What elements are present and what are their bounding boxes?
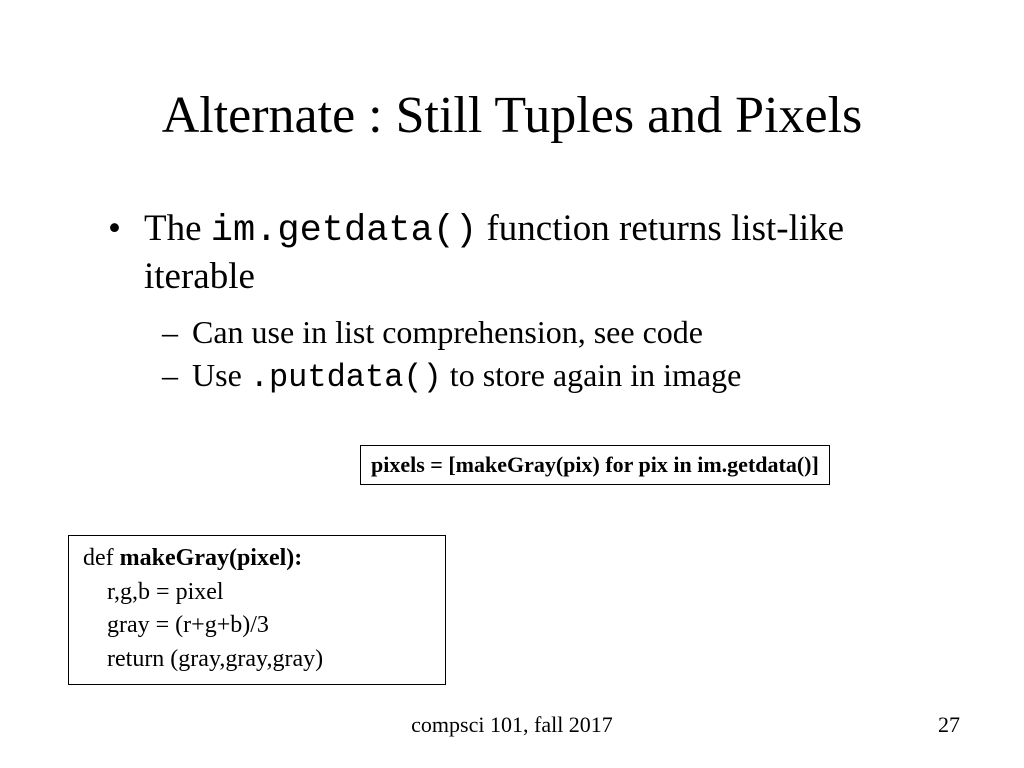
code-line: def makeGray(pixel):	[83, 542, 431, 576]
bullet-text: The	[144, 208, 211, 249]
sub-bullet-text: Can use in list comprehension, see code	[192, 314, 703, 350]
code-line: gray = (r+g+b)/3	[83, 609, 431, 643]
slide-title: Alternate : Still Tuples and Pixels	[0, 86, 1024, 145]
footer-page-number: 27	[938, 712, 960, 738]
code-inline: .putdata()	[250, 359, 442, 396]
slide: Alternate : Still Tuples and Pixels The …	[0, 0, 1024, 768]
code-line: return (gray,gray,gray)	[83, 643, 431, 677]
code-inline: im.getdata()	[211, 210, 477, 252]
sub-bullet-item: Use .putdata() to store again in image	[162, 354, 938, 399]
code-box-comprehension: pixels = [makeGray(pix) for pix in im.ge…	[360, 445, 830, 485]
bullet-item: The im.getdata() function returns list-l…	[108, 206, 938, 399]
slide-body: The im.getdata() function returns list-l…	[108, 206, 938, 413]
sub-bullet-item: Can use in list comprehension, see code	[162, 311, 938, 354]
code-line: r,g,b = pixel	[83, 576, 431, 610]
sub-bullet-text: to store again in image	[442, 357, 741, 393]
code-box-function: def makeGray(pixel): r,g,b = pixel gray …	[68, 535, 446, 685]
footer-course: compsci 101, fall 2017	[0, 712, 1024, 738]
sub-bullet-text: Use	[192, 357, 250, 393]
